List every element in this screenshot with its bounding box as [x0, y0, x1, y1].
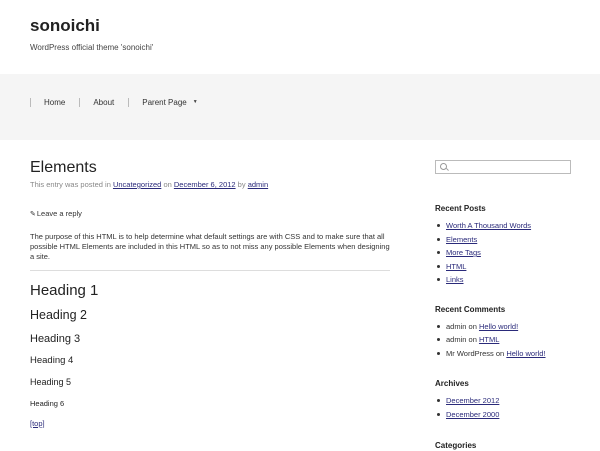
list-item: admin on Hello world!: [435, 320, 571, 334]
intro-paragraph: The purpose of this HTML is to help dete…: [30, 232, 390, 261]
recent-post-link[interactable]: Worth A Thousand Words: [446, 221, 531, 230]
bullet: [437, 278, 440, 282]
heading-2: Heading 2: [30, 308, 87, 322]
list-item: Links: [435, 273, 571, 287]
top-link[interactable]: [top]: [30, 419, 45, 429]
nav-item-parent-page[interactable]: Parent Page ▼: [128, 98, 211, 107]
comment-post-link[interactable]: HTML: [479, 335, 499, 344]
recent-comments-title: Recent Comments: [435, 304, 506, 314]
recent-comments-widget: Recent Comments admin on Hello world! ad…: [435, 305, 571, 361]
list-item: More Tags: [435, 246, 571, 260]
recent-post-link[interactable]: HTML: [446, 262, 466, 271]
divider: [30, 270, 390, 271]
bullet: [437, 251, 440, 255]
navigation-band: Home About Parent Page ▼: [0, 74, 600, 140]
bullet: [437, 324, 440, 328]
list-item: December 2000: [435, 408, 571, 422]
leave-reply-label: Leave a reply: [36, 209, 82, 218]
meta-by: by: [237, 180, 246, 189]
heading-4: Heading 4: [30, 355, 74, 366]
recent-post-link[interactable]: Elements: [446, 235, 477, 244]
bullet: [437, 412, 440, 416]
comment-post-link[interactable]: Hello world!: [479, 322, 518, 331]
sidebar: Recent Posts Worth A Thousand Words Elem…: [435, 160, 571, 451]
bullet: [437, 351, 440, 355]
archive-link[interactable]: December 2000: [446, 410, 499, 419]
entry-meta: This entry was posted in Uncategorized o…: [30, 180, 390, 190]
heading-1: Heading 1: [30, 282, 99, 299]
archive-link[interactable]: December 2012: [446, 396, 499, 405]
heading-6: Heading 6: [30, 399, 65, 408]
nav-item-home[interactable]: Home: [30, 98, 79, 107]
nav-item-label: Home: [44, 98, 66, 107]
comment-author: admin: [446, 321, 467, 331]
comment-icon: ✎: [30, 211, 36, 218]
comment-on: on: [468, 321, 477, 331]
category-link[interactable]: Uncategorized: [113, 180, 161, 189]
list-item: Worth A Thousand Words: [435, 219, 571, 233]
date-link[interactable]: December 6, 2012: [174, 180, 236, 189]
bullet: [437, 224, 440, 228]
bullet: [437, 399, 440, 403]
search-box[interactable]: [435, 160, 571, 174]
bullet: [437, 264, 440, 268]
comment-on: on: [495, 348, 505, 358]
list-item: Elements: [435, 233, 571, 247]
site-title[interactable]: sonoichi: [30, 16, 153, 36]
list-item: HTML: [435, 260, 571, 274]
recent-post-link[interactable]: Links: [446, 275, 464, 284]
entry-title[interactable]: Elements: [30, 159, 390, 177]
bullet: [437, 338, 440, 342]
search-input[interactable]: [450, 161, 566, 173]
meta-on: on: [163, 180, 172, 189]
main-content: Elements This entry was posted in Uncate…: [30, 159, 390, 431]
site-description: WordPress official theme 'sonoichi': [30, 43, 154, 52]
bullet: [437, 237, 440, 241]
comment-on: on: [468, 335, 477, 344]
list-item: admin on HTML: [435, 333, 571, 347]
list-item: December 2012: [435, 394, 571, 408]
nav-item-about[interactable]: About: [79, 98, 128, 107]
recent-post-link[interactable]: More Tags: [446, 248, 481, 257]
nav-item-label: About: [93, 98, 115, 107]
site-header: sonoichi WordPress official theme 'sonoi…: [30, 16, 153, 53]
archives-title: Archives: [435, 379, 469, 388]
comment-author-link[interactable]: Mr WordPress: [446, 349, 494, 358]
meta-prefix: This entry was posted in: [30, 180, 111, 189]
nav-item-label: Parent Page: [142, 98, 187, 107]
leave-reply-link[interactable]: ✎Leave a reply: [30, 209, 390, 220]
caret-down-icon: ▼: [192, 99, 198, 105]
archives-widget: Archives December 2012 December 2000: [435, 379, 571, 421]
search-icon: [440, 163, 447, 170]
list-item: Mr WordPress on Hello world!: [435, 347, 571, 361]
heading-5: Heading 5: [30, 377, 72, 387]
comment-author: admin: [446, 335, 467, 344]
recent-posts-widget: Recent Posts Worth A Thousand Words Elem…: [435, 204, 571, 287]
main-nav: Home About Parent Page ▼: [30, 98, 212, 107]
author-link[interactable]: admin: [248, 180, 268, 189]
comment-post-link[interactable]: Hello world!: [506, 349, 545, 358]
recent-posts-title: Recent Posts: [435, 204, 486, 213]
heading-3: Heading 3: [30, 333, 81, 345]
